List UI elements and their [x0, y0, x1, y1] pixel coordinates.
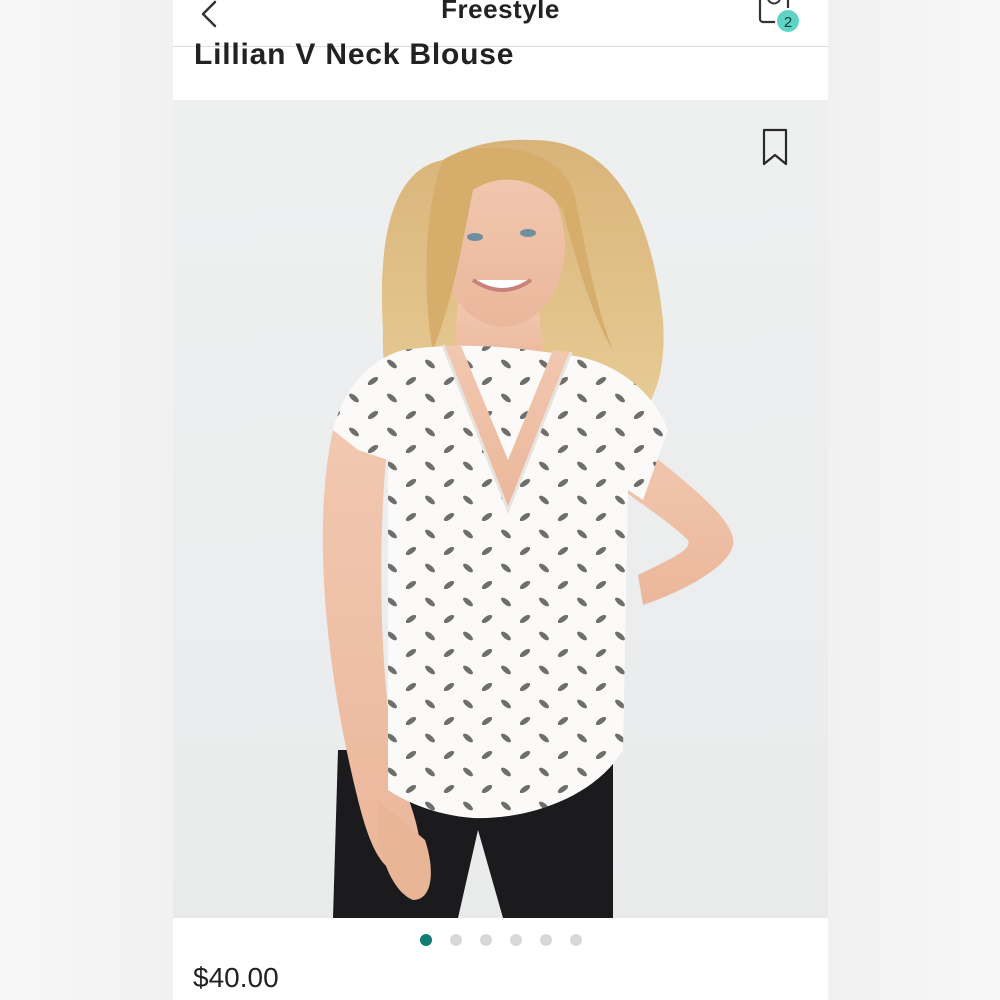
bag-count-badge: 2	[775, 8, 801, 34]
page-margin-left	[0, 0, 173, 1000]
product-photo[interactable]	[173, 100, 828, 918]
image-carousel-dots	[173, 934, 828, 946]
carousel-dot[interactable]	[509, 934, 522, 946]
page-title: Freestyle	[441, 0, 560, 24]
carousel-dot[interactable]	[539, 934, 552, 946]
bookmark-icon	[762, 128, 788, 166]
page-margin-right	[828, 0, 1000, 1000]
carousel-dot[interactable]	[569, 934, 582, 946]
product-price: $40.00	[193, 962, 279, 993]
product-title: Lillian V Neck Blouse	[194, 38, 515, 71]
carousel-dot[interactable]	[479, 934, 492, 946]
model-wearing-blouse-image	[322, 139, 734, 918]
carousel-dot[interactable]	[419, 934, 432, 946]
app-screen: Freestyle 2 Lillian V Neck Blouse $40.00	[173, 0, 828, 1000]
carousel-dot[interactable]	[449, 934, 462, 946]
save-to-wishlist-button[interactable]	[761, 128, 789, 168]
